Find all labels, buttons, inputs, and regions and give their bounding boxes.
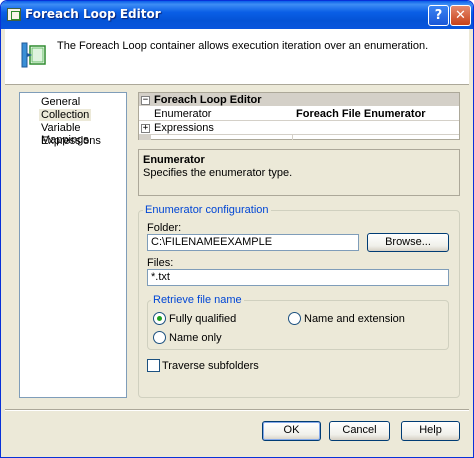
folder-input[interactable]: C:\FILENAMEEXAMPLE <box>147 234 359 251</box>
enumerator-configuration-legend: Enumerator configuration <box>143 204 271 216</box>
grid-property-value[interactable]: Foreach File Enumerator <box>296 108 426 120</box>
traverse-subfolders-checkbox[interactable] <box>147 359 160 372</box>
retrieve-file-name-legend: Retrieve file name <box>151 294 244 306</box>
fully-qualified-label[interactable]: Fully qualified <box>169 313 236 325</box>
help-button[interactable]: Help <box>401 421 460 441</box>
close-button[interactable]: ✕ <box>450 5 471 26</box>
title-bar[interactable]: Foreach Loop Editor ? ✕ <box>1 1 473 29</box>
foreach-loop-editor-window: Foreach Loop Editor ? ✕ The Foreach Loop… <box>0 0 474 458</box>
property-grid: − Foreach Loop Editor Enumerator Foreach… <box>138 92 460 140</box>
files-input[interactable]: *.txt <box>147 269 449 286</box>
description-title: Enumerator <box>143 154 205 166</box>
help-icon: ? <box>434 8 443 23</box>
grid-row-expressions[interactable]: + Expressions <box>139 121 459 135</box>
grid-row-enumerator[interactable]: Enumerator Foreach File Enumerator <box>139 107 459 121</box>
name-and-extension-label[interactable]: Name and extension <box>304 313 405 325</box>
grid-category-label: Foreach Loop Editor <box>154 94 262 106</box>
browse-button[interactable]: Browse... <box>367 233 449 252</box>
footer-divider <box>5 409 469 411</box>
fully-qualified-radio[interactable] <box>153 312 166 325</box>
grid-property-name: Enumerator <box>154 108 212 120</box>
header-description: The Foreach Loop container allows execut… <box>57 40 429 52</box>
property-description-panel: Enumerator Specifies the enumerator type… <box>138 149 460 196</box>
collapse-minus-icon[interactable]: − <box>141 96 150 105</box>
expand-plus-icon[interactable]: + <box>141 124 150 133</box>
nav-item-expressions[interactable]: Expressions <box>39 135 103 147</box>
header-band: The Foreach Loop container allows execut… <box>5 29 469 85</box>
folder-label: Folder: <box>147 222 182 234</box>
description-text: Specifies the enumerator type. <box>143 167 293 179</box>
traverse-subfolders-label[interactable]: Traverse subfolders <box>162 360 259 372</box>
app-icon <box>7 8 21 21</box>
files-label: Files: <box>147 257 174 269</box>
name-only-radio[interactable] <box>153 331 166 344</box>
ok-button[interactable]: OK <box>262 421 321 441</box>
name-only-label[interactable]: Name only <box>169 332 222 344</box>
name-and-extension-radio[interactable] <box>288 312 301 325</box>
foreach-loop-icon <box>21 42 46 68</box>
window-title: Foreach Loop Editor <box>25 7 161 21</box>
help-title-button[interactable]: ? <box>428 5 449 26</box>
page-navigation-list: General Collection Variable Mappings Exp… <box>19 92 127 398</box>
cancel-button[interactable]: Cancel <box>329 421 390 441</box>
grid-property-name: Expressions <box>154 122 214 134</box>
nav-item-collection[interactable]: Collection <box>39 109 92 121</box>
close-icon: ✕ <box>455 8 466 23</box>
nav-item-general[interactable]: General <box>39 96 82 108</box>
grid-category-row[interactable]: − Foreach Loop Editor <box>139 93 459 107</box>
